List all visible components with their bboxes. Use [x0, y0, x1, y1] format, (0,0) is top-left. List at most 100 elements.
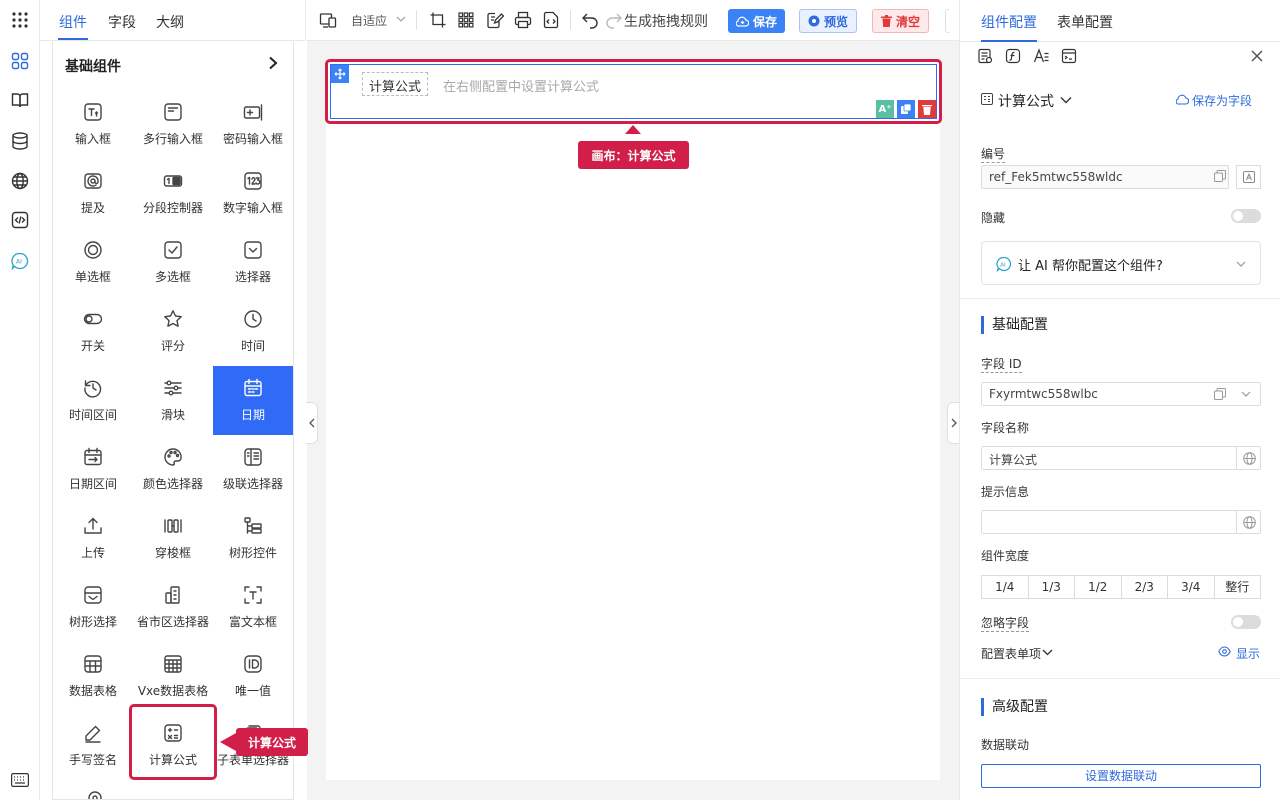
width-option[interactable]: 整行: [1215, 576, 1261, 598]
adaptive-select[interactable]: 自适应: [351, 12, 387, 29]
form-item-config-label[interactable]: 配置表单项: [981, 645, 1041, 662]
component-item[interactable]: 日期: [213, 366, 293, 435]
globe-icon[interactable]: [10, 171, 30, 191]
id-icon: [243, 654, 263, 674]
hint-input[interactable]: [981, 510, 1261, 534]
location-icon[interactable]: [85, 790, 105, 799]
width-option[interactable]: 1/4: [982, 576, 1029, 598]
save-button[interactable]: 保存: [728, 9, 786, 33]
show-toggle-link[interactable]: 显示: [1236, 645, 1260, 662]
component-item[interactable]: 级联选择器: [213, 435, 293, 504]
component-item[interactable]: 颜色选择器: [133, 435, 213, 504]
component-item[interactable]: 评分: [133, 297, 213, 366]
component-item[interactable]: 树形控件: [213, 504, 293, 573]
crop-icon[interactable]: [429, 11, 447, 29]
apps-icon[interactable]: [10, 10, 30, 30]
ai-config-icon[interactable]: A⁺: [876, 100, 894, 118]
database-icon[interactable]: [10, 131, 30, 151]
component-label: 唯一值: [234, 684, 271, 698]
field-name-input[interactable]: 计算公式: [981, 446, 1261, 470]
grid-icon[interactable]: [457, 11, 475, 29]
component-item[interactable]: 数据表格: [53, 642, 133, 711]
chevron-right-icon[interactable]: [267, 56, 279, 70]
clear-button[interactable]: 清空: [872, 9, 930, 33]
chevron-down-icon[interactable]: [395, 13, 413, 31]
text-style-icon[interactable]: [1033, 48, 1049, 64]
component-item[interactable]: 省市区选择器: [133, 573, 213, 642]
save-as-field-link[interactable]: 保存为字段: [1192, 92, 1252, 109]
chevron-down-icon[interactable]: [1060, 95, 1072, 105]
component-item[interactable]: 时间区间: [53, 366, 133, 435]
redo-icon[interactable]: [605, 11, 623, 29]
chevron-down-icon[interactable]: [1042, 648, 1053, 657]
copy-icon[interactable]: [897, 100, 915, 118]
copy-icon[interactable]: [1214, 170, 1226, 182]
component-item[interactable]: 日期区间: [53, 435, 133, 504]
component-item[interactable]: 提及: [53, 159, 133, 228]
undo-icon[interactable]: [581, 11, 599, 29]
ignore-toggle[interactable]: [1231, 615, 1261, 629]
tab-fields[interactable]: 字段: [108, 12, 136, 32]
copy-icon[interactable]: [1214, 388, 1226, 400]
tab-form-config[interactable]: 表单配置: [1057, 12, 1113, 32]
hidden-toggle[interactable]: [1231, 209, 1261, 223]
id-input[interactable]: ref_Fek5mtwc558wldc: [981, 165, 1229, 189]
json-icon[interactable]: [542, 11, 560, 29]
form-canvas[interactable]: [326, 62, 940, 780]
drag-handle-icon[interactable]: [331, 65, 349, 83]
print-icon[interactable]: [514, 11, 532, 29]
ai-icon[interactable]: AI: [10, 251, 30, 271]
delete-icon[interactable]: [918, 100, 936, 118]
component-item[interactable]: 多选框: [133, 228, 213, 297]
width-option[interactable]: 3/4: [1168, 576, 1215, 598]
component-item[interactable]: 唯一值: [213, 642, 293, 711]
close-icon[interactable]: [1250, 49, 1264, 63]
generate-rules-button[interactable]: 生成拖拽规则: [624, 11, 708, 31]
keyboard-icon[interactable]: [10, 770, 30, 790]
component-item[interactable]: 穿梭框: [133, 504, 213, 573]
component-item[interactable]: 滑块: [133, 366, 213, 435]
component-item[interactable]: 树形选择: [53, 573, 133, 642]
overflow-button[interactable]: [945, 9, 949, 33]
calendar-icon: [243, 378, 263, 398]
component-item[interactable]: Vxe数据表格: [133, 642, 213, 711]
transfer-icon: [163, 516, 183, 536]
component-item[interactable]: 密码输入框: [213, 90, 293, 159]
component-item[interactable]: 单选框: [53, 228, 133, 297]
width-option[interactable]: 2/3: [1122, 576, 1168, 598]
globe-icon[interactable]: [1236, 510, 1261, 534]
ai-assist-panel[interactable]: AI 让 AI 帮你配置这个组件?: [981, 241, 1261, 285]
code-icon[interactable]: [10, 210, 30, 230]
book-icon[interactable]: [10, 90, 30, 110]
terminal-icon[interactable]: [1061, 48, 1077, 64]
component-item[interactable]: 分段控制器: [133, 159, 213, 228]
width-option[interactable]: 1/2: [1075, 576, 1122, 598]
component-item[interactable]: 开关: [53, 297, 133, 366]
component-item[interactable]: 富文本框: [213, 573, 293, 642]
component-item[interactable]: 输入框: [53, 90, 133, 159]
tab-component-config[interactable]: 组件配置: [981, 12, 1037, 32]
preview-button[interactable]: 预览: [799, 9, 858, 33]
collapse-right-handle[interactable]: [947, 402, 959, 444]
function-icon[interactable]: [1005, 48, 1021, 64]
set-linkage-button[interactable]: 设置数据联动: [981, 764, 1261, 788]
tab-outline[interactable]: 大纲: [156, 12, 184, 32]
chevron-down-icon[interactable]: [1240, 389, 1252, 399]
props-icon[interactable]: [977, 48, 993, 64]
font-icon[interactable]: [1236, 165, 1261, 189]
device-icon[interactable]: [319, 11, 337, 29]
globe-icon[interactable]: [1236, 446, 1261, 470]
component-item[interactable]: 手写签名: [53, 711, 133, 780]
widgets-icon[interactable]: [10, 51, 30, 71]
component-item[interactable]: 时间: [213, 297, 293, 366]
width-option[interactable]: 1/3: [1029, 576, 1075, 598]
component-item[interactable]: 多行输入框: [133, 90, 213, 159]
component-item[interactable]: 选择器: [213, 228, 293, 297]
formula-field[interactable]: 计算公式 在右侧配置中设置计算公式 A⁺: [330, 64, 937, 119]
component-type-name[interactable]: 计算公式: [998, 91, 1054, 111]
collapse-left-handle[interactable]: [306, 402, 318, 444]
component-item[interactable]: 上传: [53, 504, 133, 573]
tab-components[interactable]: 组件: [59, 12, 87, 32]
edit-icon[interactable]: [486, 11, 504, 29]
component-item[interactable]: 数字输入框: [213, 159, 293, 228]
